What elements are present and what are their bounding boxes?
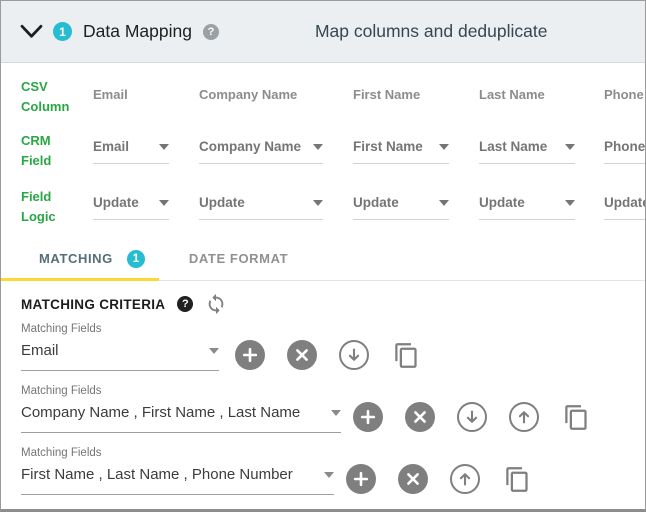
select-value: Update xyxy=(93,195,139,210)
select-value: Update xyxy=(479,195,525,210)
csv-column-header: Last Name xyxy=(479,77,575,102)
mapping-table: CSV Column Email Company Name First Name… xyxy=(1,77,645,233)
caret-down-icon xyxy=(313,144,323,150)
select-value: Company Name xyxy=(199,139,301,154)
arrow-down-circle-icon xyxy=(339,340,369,370)
row-label-csv-column: CSV Column xyxy=(21,77,79,117)
select-value: Last Name xyxy=(479,139,547,154)
plus-icon xyxy=(346,464,376,494)
tab-date-format[interactable]: DATE FORMAT xyxy=(189,237,288,280)
crm-field-select-0[interactable]: Email xyxy=(93,139,169,164)
remove-criteria-button[interactable] xyxy=(287,340,317,370)
arrow-up-circle-icon xyxy=(450,464,480,494)
caret-down-icon xyxy=(331,410,341,416)
select-value: Phone Number xyxy=(604,139,646,154)
field-logic-select-0[interactable]: Update xyxy=(93,195,169,220)
csv-column-header: Phone Number xyxy=(604,77,646,102)
crm-field-select-3[interactable]: Last Name xyxy=(479,139,575,164)
field-logic-select-2[interactable]: Update xyxy=(353,195,449,220)
chevron-down-icon[interactable] xyxy=(19,23,44,40)
select-value: Email xyxy=(21,342,59,359)
caret-down-icon xyxy=(159,200,169,206)
select-value: Update xyxy=(604,195,646,210)
caret-down-icon xyxy=(439,200,449,206)
add-criteria-button[interactable] xyxy=(346,464,376,494)
crm-field-select-2[interactable]: First Name xyxy=(353,139,449,164)
add-criteria-button[interactable] xyxy=(353,402,383,432)
move-down-button[interactable] xyxy=(339,340,369,370)
matching-criteria-title: MATCHING CRITERIA xyxy=(21,297,165,312)
close-icon xyxy=(398,464,428,494)
select-value: Update xyxy=(199,195,245,210)
crm-field-select-4[interactable]: Phone Number xyxy=(604,139,646,164)
csv-column-header: First Name xyxy=(353,77,449,102)
copy-icon xyxy=(563,404,590,431)
csv-column-header: Company Name xyxy=(199,77,323,102)
panel-subtitle: Map columns and deduplicate xyxy=(315,21,548,42)
panel-header[interactable]: 1 Data Mapping ? Map columns and dedupli… xyxy=(1,1,645,63)
refresh-icon[interactable] xyxy=(205,293,227,315)
caret-down-icon xyxy=(209,348,219,354)
select-value: Email xyxy=(93,139,129,154)
select-value: First Name xyxy=(353,139,423,154)
move-down-button[interactable] xyxy=(457,402,487,432)
field-logic-select-4[interactable]: Update xyxy=(604,195,646,220)
panel-title: Data Mapping xyxy=(83,21,192,42)
caret-down-icon xyxy=(565,200,575,206)
arrow-down-circle-icon xyxy=(457,402,487,432)
matching-fields-label: Matching Fields xyxy=(21,385,645,397)
caret-down-icon xyxy=(439,144,449,150)
tab-count-badge: 1 xyxy=(127,250,145,268)
matching-criteria-row: Matching Fields First Name , Last Name ,… xyxy=(21,447,645,497)
caret-down-icon xyxy=(324,472,334,478)
row-label-field-logic: Field Logic xyxy=(21,187,79,227)
select-value: Update xyxy=(353,195,399,210)
copy-criteria-button[interactable] xyxy=(393,342,420,369)
add-criteria-button[interactable] xyxy=(235,340,265,370)
tab-label: MATCHING xyxy=(39,251,113,266)
row-label-crm-field: CRM Field xyxy=(21,131,79,171)
field-logic-row: Field Logic Update Update Update Update … xyxy=(21,187,645,233)
copy-icon xyxy=(504,466,531,493)
csv-column-header: Email xyxy=(93,77,169,102)
remove-criteria-button[interactable] xyxy=(405,402,435,432)
caret-down-icon xyxy=(565,144,575,150)
move-up-button[interactable] xyxy=(509,402,539,432)
plus-icon xyxy=(235,340,265,370)
crm-field-row: CRM Field Email Company Name First Name … xyxy=(21,131,645,177)
tab-label: DATE FORMAT xyxy=(189,251,288,266)
tab-matching[interactable]: MATCHING 1 xyxy=(1,237,145,280)
matching-fields-label: Matching Fields xyxy=(21,447,645,459)
matching-fields-select[interactable]: Company Name , First Name , Last Name xyxy=(21,401,341,433)
matching-criteria-header: MATCHING CRITERIA ? xyxy=(21,293,645,315)
matching-criteria-row: Matching Fields Company Name , First Nam… xyxy=(21,385,645,435)
caret-down-icon xyxy=(159,144,169,150)
help-icon[interactable]: ? xyxy=(177,296,193,312)
matching-fields-select[interactable]: First Name , Last Name , Phone Number xyxy=(21,463,334,495)
copy-criteria-button[interactable] xyxy=(504,466,531,493)
select-value: Company Name , First Name , Last Name xyxy=(21,404,300,421)
matching-criteria-row: Matching Fields Email xyxy=(21,323,645,373)
active-tab-indicator xyxy=(1,278,159,281)
matching-fields-label: Matching Fields xyxy=(21,323,645,335)
field-logic-select-3[interactable]: Update xyxy=(479,195,575,220)
header-count-badge: 1 xyxy=(53,22,72,41)
help-icon[interactable]: ? xyxy=(203,24,219,40)
move-up-button[interactable] xyxy=(450,464,480,494)
copy-icon xyxy=(393,342,420,369)
select-value: First Name , Last Name , Phone Number xyxy=(21,466,293,483)
copy-criteria-button[interactable] xyxy=(563,404,590,431)
field-logic-select-1[interactable]: Update xyxy=(199,195,323,220)
csv-column-row: CSV Column Email Company Name First Name… xyxy=(21,77,645,119)
matching-fields-select[interactable]: Email xyxy=(21,339,219,371)
plus-icon xyxy=(353,402,383,432)
caret-down-icon xyxy=(313,200,323,206)
tab-bar: MATCHING 1 DATE FORMAT xyxy=(1,237,645,281)
remove-criteria-button[interactable] xyxy=(398,464,428,494)
close-icon xyxy=(287,340,317,370)
data-mapping-panel: 1 Data Mapping ? Map columns and dedupli… xyxy=(0,0,646,512)
close-icon xyxy=(405,402,435,432)
arrow-up-circle-icon xyxy=(509,402,539,432)
crm-field-select-1[interactable]: Company Name xyxy=(199,139,323,164)
